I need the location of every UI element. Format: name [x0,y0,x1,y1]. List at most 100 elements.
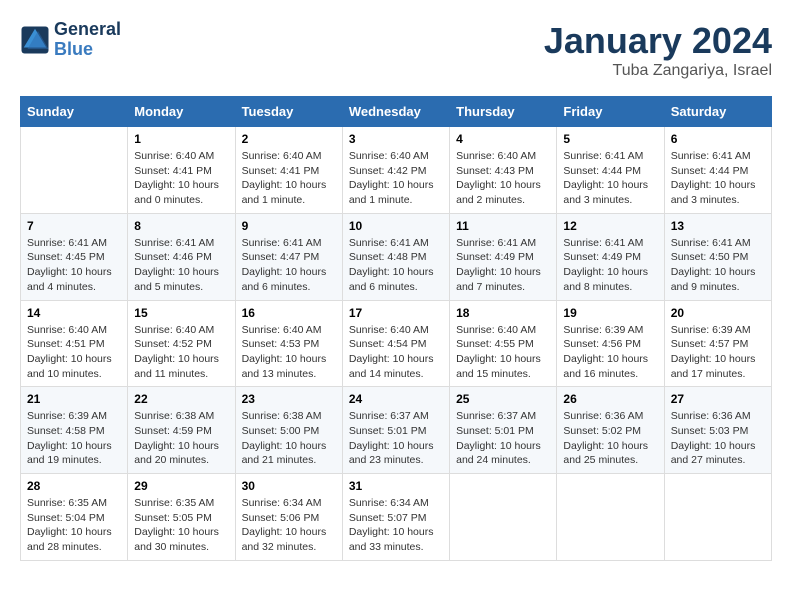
calendar-cell: 10 Sunrise: 6:41 AMSunset: 4:48 PMDayligh… [342,213,449,300]
day-info: Sunrise: 6:36 AMSunset: 5:02 PMDaylight:… [563,409,657,468]
calendar-cell [21,127,128,214]
header-row: SundayMondayTuesdayWednesdayThursdayFrid… [21,97,772,127]
day-info: Sunrise: 6:37 AMSunset: 5:01 PMDaylight:… [456,409,550,468]
day-number: 8 [134,219,228,233]
calendar-cell: 31Sunrise: 6:34 AMSunset: 5:07 PMDayligh… [342,474,449,561]
day-info: Sunrise: 6:40 AMSunset: 4:53 PMDaylight:… [242,323,336,382]
day-number: 21 [27,392,121,406]
calendar-cell: 29Sunrise: 6:35 AMSunset: 5:05 PMDayligh… [128,474,235,561]
day-number: 27 [671,392,765,406]
day-number: 11 [456,219,550,233]
day-number: 4 [456,132,550,146]
week-row-1: 7 Sunrise: 6:41 AMSunset: 4:45 PMDaylight… [21,213,772,300]
day-info: Sunrise: 6:41 AMSunset: 4:45 PMDaylight:… [27,236,121,295]
day-number: 22 [134,392,228,406]
day-number: 28 [27,479,121,493]
week-row-3: 21Sunrise: 6:39 AMSunset: 4:58 PMDayligh… [21,387,772,474]
day-number: 24 [349,392,443,406]
calendar-cell: 28 Sunrise: 6:35 AMSunset: 5:04 PMDayligh… [21,474,128,561]
day-info: Sunrise: 6:34 AMSunset: 5:07 PMDaylight:… [349,496,443,555]
day-number: 16 [242,306,336,320]
calendar-cell: 27 Sunrise: 6:36 AMSunset: 5:03 PMDayligh… [664,387,771,474]
day-number: 7 [27,219,121,233]
calendar-cell: 30 Sunrise: 6:34 AMSunset: 5:06 PMDayligh… [235,474,342,561]
calendar-cell: 20Sunrise: 6:39 AMSunset: 4:57 PMDayligh… [664,300,771,387]
calendar-cell: 2Sunrise: 6:40 AMSunset: 4:41 PMDaylight… [235,127,342,214]
day-info: Sunrise: 6:40 AMSunset: 4:41 PMDaylight:… [134,149,228,208]
calendar-cell: 4 Sunrise: 6:40 AMSunset: 4:43 PMDaylight… [450,127,557,214]
day-number: 26 [563,392,657,406]
calendar-cell: 19Sunrise: 6:39 AMSunset: 4:56 PMDayligh… [557,300,664,387]
calendar-cell: 7 Sunrise: 6:41 AMSunset: 4:45 PMDaylight… [21,213,128,300]
day-number: 10 [349,219,443,233]
calendar-cell: 24 Sunrise: 6:37 AMSunset: 5:01 PMDayligh… [342,387,449,474]
header-tuesday: Tuesday [235,97,342,127]
calendar-cell: 26 Sunrise: 6:36 AMSunset: 5:02 PMDayligh… [557,387,664,474]
calendar-cell: 17Sunrise: 6:40 AMSunset: 4:54 PMDayligh… [342,300,449,387]
day-info: Sunrise: 6:41 AMSunset: 4:44 PMDaylight:… [671,149,765,208]
day-number: 13 [671,219,765,233]
calendar-cell: 14Sunrise: 6:40 AMSunset: 4:51 PMDayligh… [21,300,128,387]
day-info: Sunrise: 6:40 AMSunset: 4:42 PMDaylight:… [349,149,443,208]
day-info: Sunrise: 6:39 AMSunset: 4:57 PMDaylight:… [671,323,765,382]
calendar-cell: 5Sunrise: 6:41 AMSunset: 4:44 PMDaylight… [557,127,664,214]
logo-text-line1: General [54,20,121,40]
header-friday: Friday [557,97,664,127]
day-info: Sunrise: 6:40 AMSunset: 4:52 PMDaylight:… [134,323,228,382]
logo-icon [20,25,50,55]
calendar-cell: 1 Sunrise: 6:40 AMSunset: 4:41 PMDaylight… [128,127,235,214]
calendar-cell: 22 Sunrise: 6:38 AMSunset: 4:59 PMDayligh… [128,387,235,474]
day-info: Sunrise: 6:38 AMSunset: 4:59 PMDaylight:… [134,409,228,468]
title-block: January 2024 Tuba Zangariya, Israel [544,20,772,80]
calendar-cell: 6 Sunrise: 6:41 AMSunset: 4:44 PMDaylight… [664,127,771,214]
header-thursday: Thursday [450,97,557,127]
day-number: 12 [563,219,657,233]
calendar-header: SundayMondayTuesdayWednesdayThursdayFrid… [21,97,772,127]
day-number: 6 [671,132,765,146]
calendar-cell: 12 Sunrise: 6:41 AMSunset: 4:49 PMDayligh… [557,213,664,300]
header-saturday: Saturday [664,97,771,127]
week-row-2: 14Sunrise: 6:40 AMSunset: 4:51 PMDayligh… [21,300,772,387]
month-title: January 2024 [544,20,772,62]
day-info: Sunrise: 6:37 AMSunset: 5:01 PMDaylight:… [349,409,443,468]
day-info: Sunrise: 6:40 AMSunset: 4:43 PMDaylight:… [456,149,550,208]
header-wednesday: Wednesday [342,97,449,127]
day-info: Sunrise: 6:34 AMSunset: 5:06 PMDaylight:… [242,496,336,555]
day-info: Sunrise: 6:41 AMSunset: 4:49 PMDaylight:… [563,236,657,295]
calendar-table: SundayMondayTuesdayWednesdayThursdayFrid… [20,96,772,561]
calendar-cell: 9Sunrise: 6:41 AMSunset: 4:47 PMDaylight… [235,213,342,300]
location-title: Tuba Zangariya, Israel [544,62,772,80]
day-info: Sunrise: 6:41 AMSunset: 4:48 PMDaylight:… [349,236,443,295]
day-number: 3 [349,132,443,146]
day-number: 23 [242,392,336,406]
day-number: 14 [27,306,121,320]
day-number: 25 [456,392,550,406]
day-info: Sunrise: 6:41 AMSunset: 4:47 PMDaylight:… [242,236,336,295]
day-info: Sunrise: 6:35 AMSunset: 5:05 PMDaylight:… [134,496,228,555]
day-info: Sunrise: 6:39 AMSunset: 4:56 PMDaylight:… [563,323,657,382]
day-number: 15 [134,306,228,320]
calendar-cell: 3 Sunrise: 6:40 AMSunset: 4:42 PMDaylight… [342,127,449,214]
calendar-cell: 18Sunrise: 6:40 AMSunset: 4:55 PMDayligh… [450,300,557,387]
day-info: Sunrise: 6:41 AMSunset: 4:50 PMDaylight:… [671,236,765,295]
day-info: Sunrise: 6:41 AMSunset: 4:46 PMDaylight:… [134,236,228,295]
day-info: Sunrise: 6:38 AMSunset: 5:00 PMDaylight:… [242,409,336,468]
day-number: 2 [242,132,336,146]
calendar-cell [557,474,664,561]
calendar-cell [664,474,771,561]
day-info: Sunrise: 6:35 AMSunset: 5:04 PMDaylight:… [27,496,121,555]
calendar-cell: 15 Sunrise: 6:40 AMSunset: 4:52 PMDayligh… [128,300,235,387]
calendar-cell: 11Sunrise: 6:41 AMSunset: 4:49 PMDayligh… [450,213,557,300]
calendar-cell: 25 Sunrise: 6:37 AMSunset: 5:01 PMDayligh… [450,387,557,474]
week-row-4: 28 Sunrise: 6:35 AMSunset: 5:04 PMDayligh… [21,474,772,561]
calendar-body: 1 Sunrise: 6:40 AMSunset: 4:41 PMDaylight… [21,127,772,561]
day-info: Sunrise: 6:40 AMSunset: 4:55 PMDaylight:… [456,323,550,382]
day-number: 1 [134,132,228,146]
day-info: Sunrise: 6:36 AMSunset: 5:03 PMDaylight:… [671,409,765,468]
logo: General Blue [20,20,121,60]
calendar-cell: 8 Sunrise: 6:41 AMSunset: 4:46 PMDaylight… [128,213,235,300]
day-number: 30 [242,479,336,493]
logo-text-line2: Blue [54,40,121,60]
header-monday: Monday [128,97,235,127]
day-number: 5 [563,132,657,146]
